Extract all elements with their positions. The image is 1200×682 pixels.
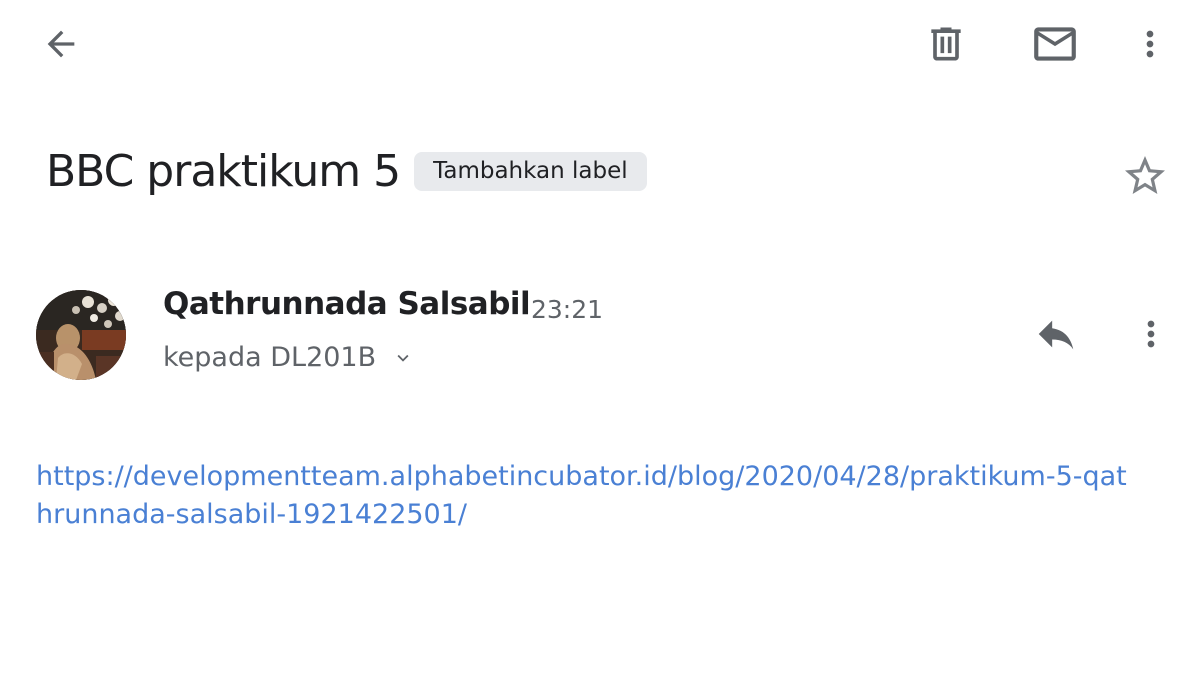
subject-row: BBC praktikum 5 Tambahkan label	[46, 146, 647, 197]
more-options-button[interactable]	[1122, 16, 1178, 72]
sender-name: Qathrunnada Salsabil	[163, 286, 531, 322]
arrow-back-icon	[41, 24, 81, 64]
mark-unread-button[interactable]	[1027, 16, 1083, 72]
email-body-link[interactable]: https://developmentteam.alphabetincubato…	[36, 458, 1136, 534]
star-button[interactable]	[1117, 148, 1173, 204]
mail-icon	[1030, 19, 1080, 69]
recipient-details-toggle[interactable]: kepada DL201B	[163, 342, 414, 373]
sender-avatar[interactable]	[36, 290, 126, 380]
star-outline-icon	[1121, 152, 1169, 200]
message-more-options-button[interactable]	[1123, 306, 1179, 362]
reply-icon	[1033, 311, 1079, 357]
trash-icon	[924, 22, 968, 66]
email-subject: BBC praktikum 5	[46, 146, 401, 197]
more-vert-icon	[1131, 314, 1171, 354]
more-vert-icon	[1130, 24, 1170, 64]
recipient-text: kepada DL201B	[163, 342, 377, 373]
delete-button[interactable]	[918, 16, 974, 72]
chevron-down-icon	[392, 347, 414, 369]
back-button[interactable]	[33, 16, 89, 72]
email-time: 23:21	[531, 295, 604, 324]
reply-button[interactable]	[1028, 306, 1084, 362]
add-label-chip[interactable]: Tambahkan label	[414, 152, 647, 191]
